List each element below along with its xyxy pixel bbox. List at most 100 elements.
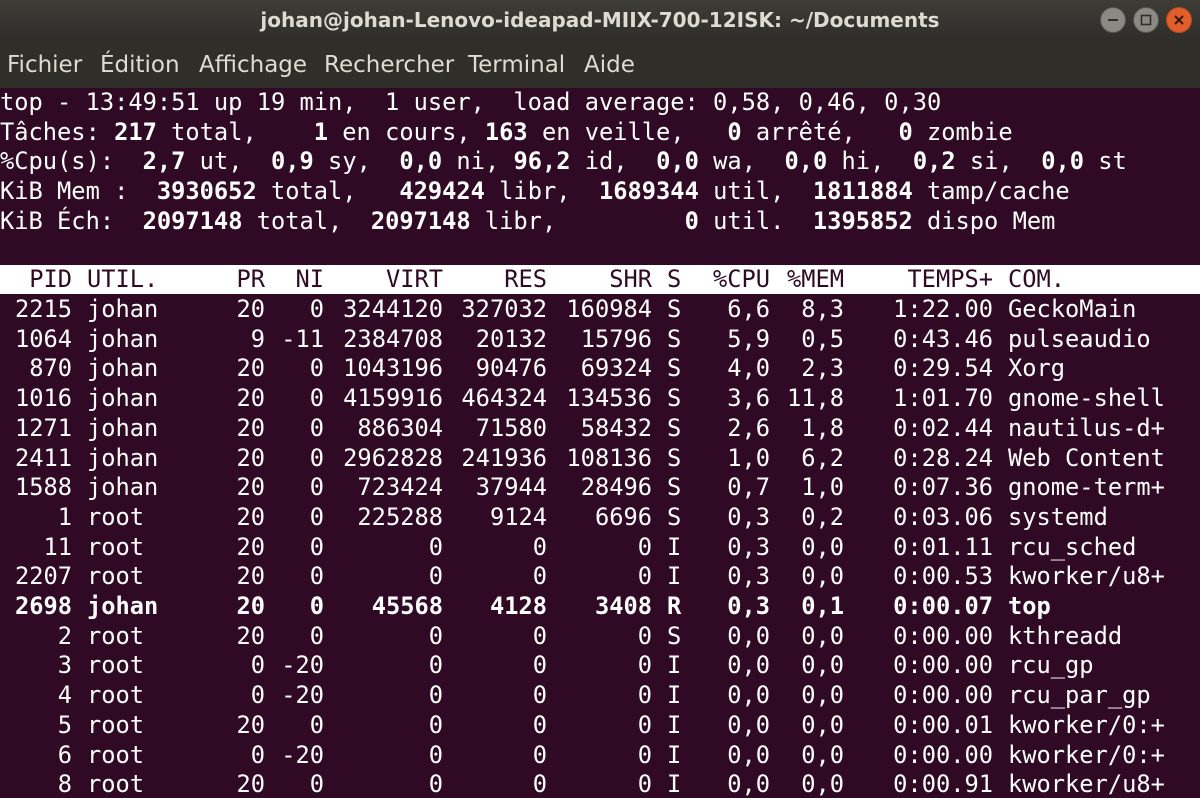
process-cell-time: 0:01.11	[893, 532, 993, 561]
process-cell-ni: 0	[309, 384, 324, 413]
process-cell-shr: 28496	[580, 473, 652, 502]
process-cell-pid: 5	[57, 710, 72, 739]
process-cell-user: root	[87, 651, 145, 680]
menu-rechercher[interactable]: Rechercher	[324, 52, 454, 78]
process-cell-virt: 2384708	[343, 324, 443, 353]
process-cell-shr: 0	[637, 562, 652, 591]
close-button[interactable]	[1166, 7, 1192, 33]
process-cell-state: I	[667, 710, 682, 739]
process-cell-shr: 160984	[566, 295, 652, 323]
process-cell-res: 0	[532, 651, 547, 680]
process-cell-mem: 0,0	[801, 532, 844, 561]
summary-label: hi,	[827, 147, 913, 176]
process-cell-command: rcu_gp	[1008, 651, 1094, 680]
process-cell-state: R	[667, 592, 682, 620]
summary-value: 1395852	[812, 206, 913, 235]
process-cell-ni: -20	[281, 740, 324, 769]
minimize-button[interactable]	[1100, 7, 1126, 33]
process-cell-time: 0:00.91	[893, 770, 993, 798]
process-cell-pr: 20	[236, 592, 265, 620]
process-cell-pid: 870	[29, 354, 72, 383]
terminal-output[interactable]: top - 13:49:51 up 19 min, 1 user, load a…	[0, 88, 1200, 798]
menu-affichage[interactable]: Affichage	[199, 52, 307, 78]
process-cell-user: root	[87, 770, 145, 798]
summary-label: en cours,	[328, 117, 485, 146]
process-cell-user: root	[87, 710, 145, 739]
process-cell-state: S	[667, 502, 682, 531]
process-cell-command: pulseaudio	[1008, 324, 1151, 353]
menu-aide[interactable]: Aide	[584, 52, 635, 78]
process-cell-virt: 1043196	[343, 354, 443, 383]
process-cell-mem: 1,8	[801, 413, 844, 442]
process-cell-time: 0:00.07	[893, 592, 993, 620]
column-header-res: RES	[504, 265, 547, 293]
column-header-command: COM.	[1008, 265, 1066, 293]
process-cell-cpu: 1,0	[727, 443, 770, 472]
process-cell-command: gnome-term+	[1008, 473, 1165, 502]
process-cell-res: 464324	[461, 384, 547, 413]
process-cell-shr: 6696	[594, 502, 652, 531]
process-cell-shr: 108136	[566, 443, 652, 472]
menu-terminal[interactable]: Terminal	[468, 52, 565, 78]
process-cell-pr: 20	[236, 354, 265, 383]
summary-value: 0,0	[656, 147, 699, 176]
summary-value: 1689344	[599, 177, 699, 206]
process-cell-time: 0:00.01	[893, 710, 993, 739]
summary-label: Tâches:	[0, 117, 115, 146]
summary-label: total,	[242, 206, 371, 235]
summary-value: 3930652	[156, 177, 257, 206]
summary-label: en veille,	[527, 117, 728, 146]
process-cell-user: johan	[87, 413, 159, 442]
summary-label: ni,	[442, 147, 514, 176]
process-cell-ni: 0	[309, 621, 324, 650]
process-cell-command: rcu_sched	[1008, 532, 1137, 561]
menu-edition[interactable]: Édition	[100, 52, 180, 78]
process-cell-shr: 0	[637, 710, 652, 739]
process-cell-res: 9124	[489, 502, 547, 531]
process-cell-virt: 0	[428, 532, 443, 561]
process-cell-ni: 0	[309, 502, 324, 531]
process-cell-command: kworker/0:+	[1008, 710, 1165, 739]
process-cell-shr: 0	[637, 681, 652, 710]
process-cell-cpu: 0,3	[727, 532, 770, 561]
summary-swap-line: KiB Éch: 2097148 total, 2097148 libr, 0 …	[0, 207, 1055, 237]
process-cell-shr: 134536	[566, 384, 652, 413]
process-cell-ni: 0	[309, 354, 324, 383]
process-cell-user: root	[87, 681, 145, 710]
process-cell-time: 0:02.44	[893, 413, 993, 442]
process-cell-command: systemd	[1008, 502, 1108, 531]
process-cell-res: 71580	[475, 413, 547, 442]
maximize-button[interactable]	[1133, 7, 1159, 33]
process-cell-ni: 0	[309, 770, 324, 798]
process-cell-mem: 6,2	[801, 443, 844, 472]
process-cell-pr: 20	[236, 710, 265, 739]
process-cell-time: 0:29.54	[893, 354, 993, 383]
summary-value: 2097148	[370, 206, 471, 235]
process-cell-ni: -11	[281, 324, 324, 353]
process-cell-mem: 0,0	[801, 710, 844, 739]
process-cell-res: 37944	[475, 473, 547, 502]
window-controls	[1100, 7, 1192, 33]
summary-label: libr,	[484, 177, 599, 206]
process-cell-res: 0	[532, 740, 547, 769]
process-cell-mem: 0,0	[801, 681, 844, 710]
menu-fichier[interactable]: Fichier	[7, 52, 82, 78]
summary-value: 2097148	[142, 206, 243, 235]
summary-label: KiB Éch:	[0, 206, 143, 235]
column-header-virt: VIRT	[385, 265, 443, 293]
process-cell-pid: 1588	[14, 473, 72, 502]
process-cell-virt: 0	[428, 651, 443, 680]
process-cell-ni: 0	[309, 473, 324, 502]
process-cell-pr: 20	[236, 443, 265, 472]
menu-bar: Fichier Édition Affichage Rechercher Ter…	[0, 42, 1200, 88]
summary-label: wa,	[698, 147, 785, 176]
process-cell-state: S	[667, 324, 682, 353]
summary-value: 0	[898, 117, 913, 146]
process-cell-cpu: 6,6	[727, 295, 770, 323]
summary-label: KiB Mem :	[0, 177, 157, 206]
process-cell-state: S	[667, 473, 682, 502]
process-cell-res: 241936	[461, 443, 547, 472]
process-cell-cpu: 0,3	[727, 562, 770, 591]
process-cell-pr: 20	[236, 502, 265, 531]
process-cell-mem: 8,3	[801, 295, 844, 323]
